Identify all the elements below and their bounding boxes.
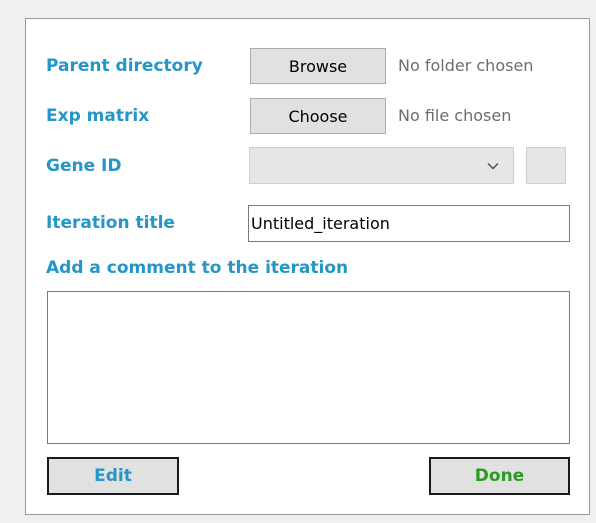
- iteration-title-input[interactable]: [248, 205, 570, 242]
- gene-id-label: Gene ID: [46, 156, 122, 176]
- choose-file-button[interactable]: Choose: [250, 98, 386, 134]
- chevron-down-icon: [487, 163, 499, 170]
- folder-status-text: No folder chosen: [398, 56, 534, 75]
- exp-matrix-label: Exp matrix: [46, 106, 150, 126]
- done-button[interactable]: Done: [429, 457, 570, 495]
- browse-button[interactable]: Browse: [250, 48, 386, 84]
- comment-textarea[interactable]: [47, 291, 570, 444]
- iteration-form-panel: Parent directory Browse No folder chosen…: [25, 18, 590, 515]
- file-status-text: No file chosen: [398, 106, 512, 125]
- comment-label: Add a comment to the iteration: [46, 258, 349, 278]
- gene-id-extra-box[interactable]: [526, 147, 566, 184]
- edit-button[interactable]: Edit: [47, 457, 179, 495]
- gene-id-select[interactable]: [249, 147, 514, 184]
- parent-directory-label: Parent directory: [46, 56, 203, 76]
- iteration-title-label: Iteration title: [46, 213, 175, 233]
